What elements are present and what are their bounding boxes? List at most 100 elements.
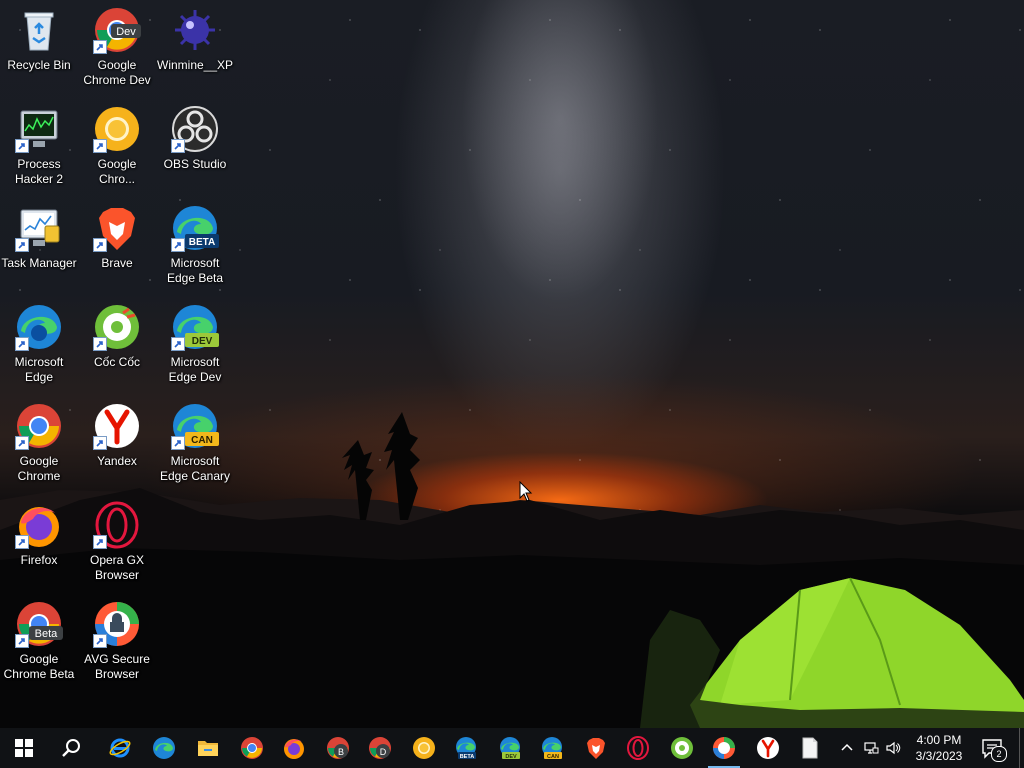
mouse-cursor-icon: [519, 481, 533, 502]
desktop-icon-google-chrome-canary[interactable]: Google Chro...: [79, 101, 155, 193]
taskbar-coccoc[interactable]: [662, 728, 702, 768]
brave-icon: [587, 738, 605, 759]
desktop-icon-label: Brave: [101, 256, 133, 270]
shortcut-arrow-icon: [93, 436, 107, 450]
start-button[interactable]: [4, 728, 44, 768]
yandex-icon: [757, 737, 779, 759]
show-desktop-button[interactable]: [1019, 728, 1024, 768]
desktop-icon-label: Winmine__XP: [157, 58, 234, 72]
notification-count-badge: 2: [991, 746, 1007, 762]
desktop-icon-label: Recycle Bin: [7, 58, 71, 72]
edge-beta-icon: BETA: [456, 737, 476, 760]
desktop-icon-google-chrome-beta[interactable]: Beta Google Chrome Beta: [1, 596, 77, 688]
desktop-icon-recycle-bin[interactable]: Recycle Bin: [1, 2, 77, 94]
taskbar: B D BETA DEV CAN 4:00 PM 3/3/2023 2: [0, 728, 1024, 768]
winmine-icon: [175, 10, 215, 50]
desktop-icon-firefox[interactable]: Firefox: [1, 497, 77, 589]
edge-dev-icon: DEV: [500, 737, 520, 760]
avg-browser-icon: [713, 737, 735, 759]
desktop-icon-label: Google Chrome: [17, 454, 61, 483]
tray-show-hidden-icons[interactable]: [839, 740, 855, 756]
desktop-icon-label: Microsoft Edge Beta: [166, 256, 224, 285]
desktop-icon-google-chrome-dev[interactable]: Dev Google Chrome Dev: [79, 2, 155, 94]
chrome-dev-icon: D: [369, 737, 391, 759]
desktop-icon-label: Microsoft Edge: [14, 355, 64, 384]
desktop-icon-yandex[interactable]: Yandex: [79, 398, 155, 490]
desktop-icon-label: Firefox: [20, 553, 58, 567]
desktop-icon-opera-gx[interactable]: Opera GX Browser: [79, 497, 155, 589]
desktop-icon-label: OBS Studio: [163, 157, 227, 171]
internet-explorer-icon: [109, 738, 131, 758]
desktop-icon-process-hacker[interactable]: Process Hacker 2: [1, 101, 77, 193]
taskbar-chrome-canary[interactable]: [404, 728, 444, 768]
shortcut-arrow-icon: [93, 238, 107, 252]
shortcut-arrow-icon: [171, 436, 185, 450]
clock-time: 4:00 PM: [916, 733, 962, 747]
desktop-icon-label: Microsoft Edge Canary: [159, 454, 231, 483]
taskbar-opera[interactable]: [618, 728, 658, 768]
icon-badge-text: Beta: [35, 628, 59, 640]
tray-volume[interactable]: [885, 740, 901, 756]
desktop-icon-label: Task Manager: [1, 256, 77, 270]
desktop-icon-task-manager[interactable]: Task Manager: [1, 200, 77, 292]
desktop-icon-winmine[interactable]: Winmine__XP: [157, 2, 233, 94]
chrome-canary-icon: [413, 737, 435, 759]
file-explorer-icon: [198, 741, 218, 756]
taskbar-file-explorer[interactable]: [188, 728, 228, 768]
taskbar-yandex[interactable]: [748, 728, 788, 768]
desktop-icon-google-chrome[interactable]: Google Chrome: [1, 398, 77, 490]
tray-network[interactable]: [863, 740, 879, 756]
tray-clock[interactable]: 4:00 PM 3/3/2023: [906, 732, 972, 764]
desktop-icon-coccoc[interactable]: Cốc Cốc: [79, 299, 155, 391]
desktop-icon-label: Cốc Cốc: [93, 355, 140, 369]
taskbar-edge-canary[interactable]: CAN: [532, 728, 572, 768]
shortcut-arrow-icon: [15, 634, 29, 648]
desktop-icon-label: Google Chrome Beta: [3, 652, 75, 681]
desktop-icon-label: AVG Secure Browser: [84, 652, 150, 681]
opera-icon: [627, 736, 649, 760]
desktop-icon-brave[interactable]: Brave: [79, 200, 155, 292]
taskbar-microsoft-edge[interactable]: [144, 728, 184, 768]
shortcut-arrow-icon: [93, 337, 107, 351]
chrome-beta-icon: B: [327, 737, 349, 759]
taskbar-chrome-beta[interactable]: B: [318, 728, 358, 768]
edge-icon: [153, 737, 175, 759]
shortcut-arrow-icon: [93, 535, 107, 549]
taskbar-avg-secure-browser[interactable]: [704, 728, 744, 768]
desktop-icon-label: Google Chro...: [97, 157, 137, 186]
shortcut-arrow-icon: [93, 139, 107, 153]
desktop-icon-microsoft-edge[interactable]: Microsoft Edge: [1, 299, 77, 391]
taskbar-edge-dev[interactable]: DEV: [490, 728, 530, 768]
icon-badge-text: DEV: [192, 336, 213, 347]
shortcut-arrow-icon: [171, 337, 185, 351]
taskbar-google-chrome[interactable]: [232, 728, 272, 768]
desktop-icon-edge-dev[interactable]: DEV Microsoft Edge Dev: [157, 299, 233, 391]
taskbar-edge-beta[interactable]: BETA: [446, 728, 486, 768]
taskbar-internet-explorer[interactable]: [100, 728, 140, 768]
desktop-icon-obs-studio[interactable]: OBS Studio: [157, 101, 233, 193]
taskbar-brave[interactable]: [576, 728, 616, 768]
search-button[interactable]: [52, 728, 92, 768]
icon-badge-text: BETA: [460, 754, 475, 760]
chrome-icon: [241, 737, 263, 759]
icon-badge-text: CAN: [191, 435, 213, 446]
icon-badge-text: Dev: [116, 26, 136, 38]
desktop-icon-label: Opera GX Browser: [89, 553, 145, 582]
recycle-bin-icon: [24, 12, 54, 51]
search-icon: [62, 739, 80, 757]
desktop-icon-avg-secure-browser[interactable]: AVG Secure Browser: [79, 596, 155, 688]
coccoc-icon: [671, 737, 693, 759]
shortcut-arrow-icon: [171, 139, 185, 153]
shortcut-arrow-icon: [15, 535, 29, 549]
network-icon: [864, 742, 879, 754]
desktop-icon-edge-beta[interactable]: BETA Microsoft Edge Beta: [157, 200, 233, 292]
action-center-button[interactable]: 2: [980, 736, 1007, 762]
desktop-icon-edge-canary[interactable]: CAN Microsoft Edge Canary: [157, 398, 233, 490]
start-icon: [15, 739, 33, 757]
taskbar-firefox[interactable]: [274, 728, 314, 768]
icon-badge-text: DEV: [505, 754, 517, 760]
taskbar-notepad[interactable]: [790, 728, 830, 768]
clock-date: 3/3/2023: [915, 749, 963, 763]
shortcut-arrow-icon: [171, 238, 185, 252]
taskbar-chrome-dev[interactable]: D: [360, 728, 400, 768]
